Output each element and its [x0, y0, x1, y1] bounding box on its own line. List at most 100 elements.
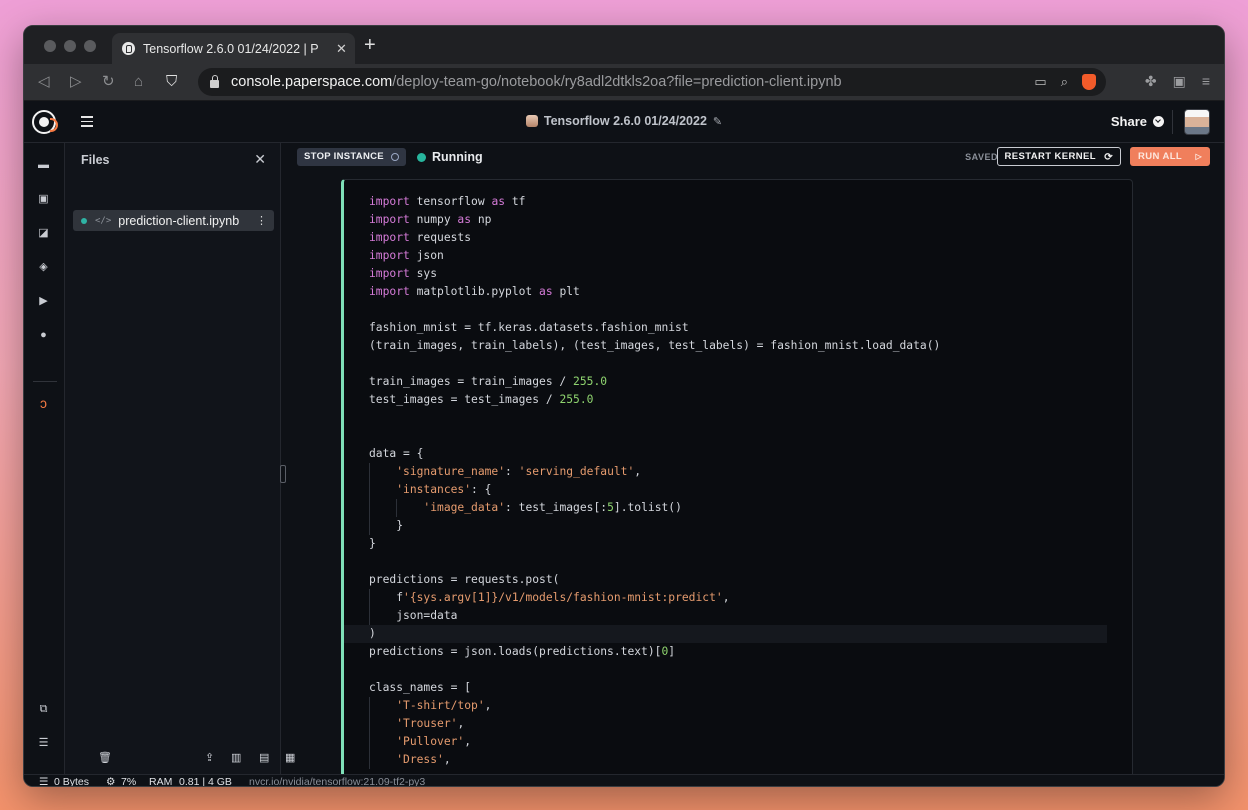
close-window-dot[interactable] [44, 40, 56, 52]
restart-kernel-button[interactable]: RESTART KERNEL ⟳ [996, 147, 1121, 166]
brave-shield-icon[interactable] [1082, 74, 1096, 90]
left-rail: ▬ ▣ ◪ ◈ ▶ ● ↄ ⧉ ☰ [24, 143, 65, 774]
status-dot-icon [417, 153, 426, 162]
bookmark-icon[interactable]: ⛉ [166, 73, 177, 91]
tab-close-icon[interactable]: ✕ [336, 41, 347, 57]
clock-icon[interactable]: ● [37, 329, 50, 341]
code-line: } [369, 537, 376, 550]
file-more-icon[interactable]: ⋮ [256, 214, 267, 227]
wallet-icon[interactable]: ▣ [1173, 73, 1186, 90]
code-line: (train_images, train_labels), (test_imag… [369, 339, 941, 352]
folder-icon[interactable]: ▬ [37, 159, 50, 171]
url-host: console.paperspace.com [231, 74, 393, 90]
files-title: Files [81, 153, 110, 167]
code-line: f'{sys.argv[1]}/v1/models/fashion-mnist:… [369, 589, 1107, 607]
new-tab-button[interactable]: + [364, 35, 376, 55]
cpu-value: 7% [121, 776, 137, 787]
notebook-title: Tensorflow 2.6.0 01/24/2022 ✎ [24, 114, 1224, 128]
restart-label: RESTART KERNEL [1004, 151, 1096, 162]
code-line: 'Trouser', [369, 715, 1107, 733]
chart-icon[interactable]: ◪ [37, 227, 50, 239]
share-button[interactable]: Share [1111, 114, 1164, 129]
clipboard-icon[interactable]: ▭ [1034, 74, 1046, 90]
share-label: Share [1110, 114, 1147, 129]
app-header: Tensorflow 2.6.0 01/24/2022 ✎ Share [24, 101, 1224, 143]
code-line: data = { [369, 447, 424, 460]
extensions-icon[interactable]: ✤ [1145, 73, 1157, 90]
notebook-title-text: Tensorflow 2.6.0 01/24/2022 [543, 114, 707, 128]
status-label: Running [432, 150, 483, 164]
rail-divider [33, 381, 57, 382]
restart-icon: ⟳ [1104, 152, 1113, 163]
code-line: } [369, 517, 1107, 535]
reload-icon[interactable]: ↻ [102, 73, 115, 91]
url-path: /deploy-team-go/notebook/ry8adl2dtkls2oa… [392, 74, 842, 90]
close-files-icon[interactable]: ✕ [254, 151, 266, 168]
code-file-icon: </> [95, 215, 112, 226]
jupyter-icon[interactable]: ↄ [37, 396, 50, 410]
storage-icon: ☰ [39, 776, 49, 787]
code-line: import matplotlib.pyplot as plt [369, 285, 580, 298]
code-line: import tensorflow as tf [369, 195, 526, 208]
database-icon[interactable]: ☰ [37, 737, 50, 749]
container-image: nvcr.io/nvidia/tensorflow:21.09-tf2-py3 [249, 776, 426, 787]
back-icon[interactable]: ◁ [38, 73, 50, 91]
terminal-icon[interactable]: ▶ [37, 295, 50, 307]
forward-icon[interactable]: ▷ [70, 73, 82, 91]
tab-title: Tensorflow 2.6.0 01/24/2022 | P [143, 41, 319, 56]
owner-avatar-icon [525, 115, 538, 127]
file-toolbar: 🗑 ⇪ ▥ ▤ ▦ [65, 750, 295, 764]
stop-instance-button[interactable]: STOP INSTANCE [297, 148, 406, 166]
file-item[interactable]: </> prediction-client.ipynb ⋮ [73, 210, 274, 231]
user-avatar[interactable] [1184, 109, 1210, 135]
instance-status: Running [417, 150, 483, 164]
running-dot-icon [81, 217, 87, 224]
share-gallery-icon[interactable]: ⧉ [37, 703, 50, 715]
edit-title-icon[interactable]: ✎ [713, 116, 722, 128]
code-line: import requests [369, 231, 472, 244]
browser-window: Tensorflow 2.6.0 01/24/2022 | P ✕ + ◁ ▷ … [23, 25, 1225, 787]
notebook-toolbar: STOP INSTANCE Running SAVED RESTART KERN… [282, 143, 1224, 169]
package-icon[interactable]: ◈ [37, 261, 50, 273]
browser-tab[interactable]: Tensorflow 2.6.0 01/24/2022 | P ✕ [112, 33, 355, 64]
code-editor[interactable]: import tensorflow as tf import numpy as … [344, 193, 1107, 769]
address-bar: ◁ ▷ ↻ ⌂ ⛉ console.paperspace.com/deploy-… [24, 64, 1224, 101]
code-line: fashion_mnist = tf.keras.datasets.fashio… [369, 321, 689, 334]
code-line: train_images = train_images / 255.0 [369, 375, 608, 388]
code-cell[interactable]: import tensorflow as tf import numpy as … [341, 179, 1133, 774]
menu-icon[interactable]: ≡ [1202, 73, 1210, 90]
url-field[interactable]: console.paperspace.com/deploy-team-go/no… [198, 68, 1106, 96]
zoom-icon[interactable]: ⌕ [1061, 74, 1068, 90]
code-line: 'T-shirt/top', [369, 697, 1107, 715]
cpu-icon: ⚙ [106, 776, 116, 787]
run-all-button[interactable]: RUN ALL ▷ [1130, 147, 1210, 166]
code-line: predictions = json.loads(predictions.tex… [369, 645, 676, 658]
new-file-icon[interactable]: ▤ [259, 751, 269, 764]
minimize-window-dot[interactable] [64, 40, 76, 52]
ram-label: RAM [149, 776, 173, 787]
maximize-window-dot[interactable] [84, 40, 96, 52]
ram-value: 0.81 | 4 GB [179, 776, 232, 787]
file-browser: Files ✕ </> prediction-client.ipynb ⋮ 🗑 … [65, 143, 295, 774]
upload-icon[interactable]: ⇪ [205, 751, 214, 764]
code-line: 'signature_name': 'serving_default', [369, 463, 1107, 481]
code-line: import json [369, 249, 444, 262]
paperspace-app: Tensorflow 2.6.0 01/24/2022 ✎ Share ▬ ▣ ◪… [24, 101, 1224, 787]
storage-value: 0 Bytes [54, 776, 90, 787]
code-line: predictions = requests.post( [369, 573, 560, 586]
home-icon[interactable]: ⌂ [134, 73, 143, 91]
file-name: prediction-client.ipynb [118, 213, 240, 228]
trash-icon[interactable]: 🗑 [98, 751, 112, 764]
code-line: import numpy as np [369, 213, 492, 226]
code-line: 'image_data': test_images[:5].tolist() [369, 499, 1107, 517]
book-icon[interactable]: ▥ [231, 751, 241, 764]
tab-strip: Tensorflow 2.6.0 01/24/2022 | P ✕ + [24, 26, 1224, 64]
code-line: 'instances': { [369, 481, 1107, 499]
code-line: test_images = test_images / 255.0 [369, 393, 594, 406]
chip-icon[interactable]: ▣ [37, 193, 50, 205]
code-line: 'Dress', [369, 751, 1107, 769]
